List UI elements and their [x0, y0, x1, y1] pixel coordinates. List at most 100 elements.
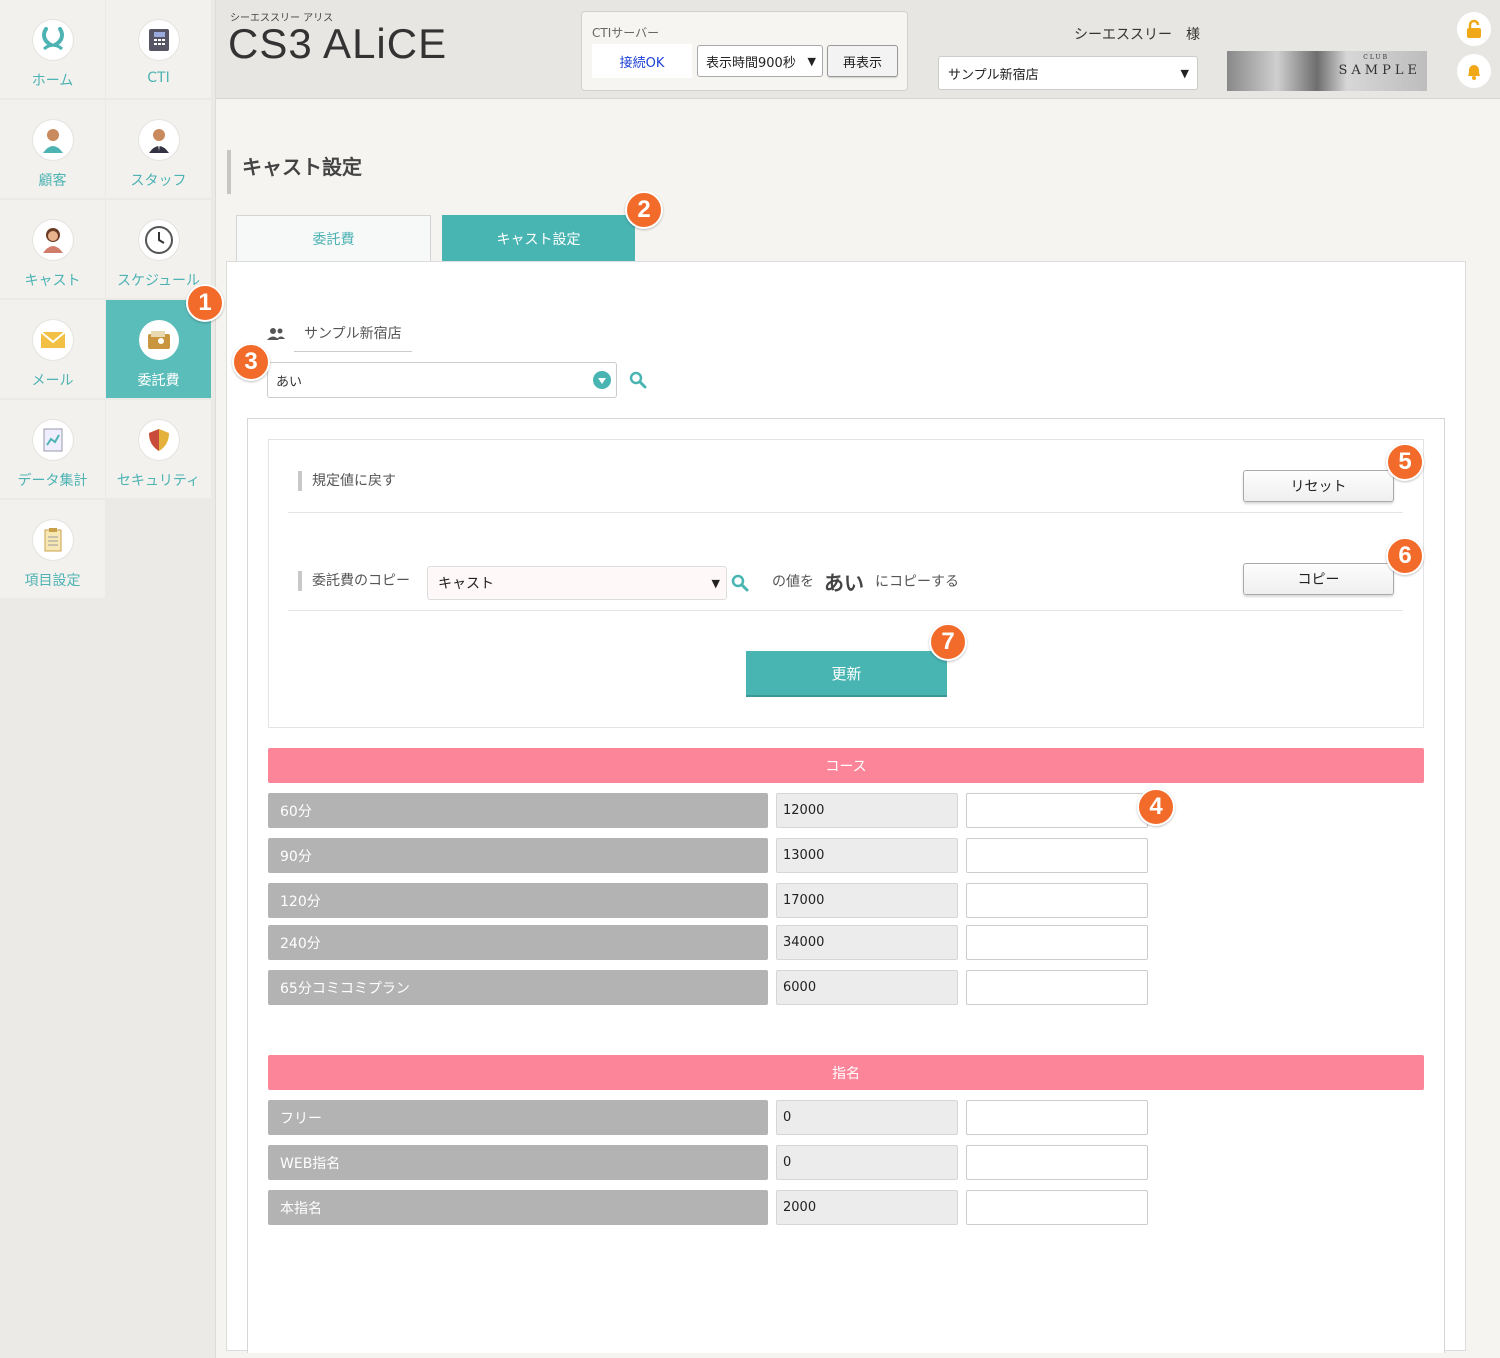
- sidebar-item-label: スタッフ: [130, 173, 187, 189]
- page-title: キャスト設定: [227, 150, 362, 194]
- copy-text-prefix: の値を: [772, 574, 814, 590]
- cast-icon: [32, 220, 73, 260]
- users-icon: [266, 326, 286, 346]
- fee-input[interactable]: [966, 1190, 1148, 1225]
- cast-select-value: あい: [276, 374, 303, 390]
- cast-select[interactable]: あい: [267, 362, 617, 398]
- brand-logo[interactable]: CS3 ALiCE: [228, 20, 447, 68]
- tab-cast-settings[interactable]: キャスト設定: [442, 215, 635, 262]
- sidebar-item-label: CTI: [147, 70, 170, 86]
- fee-input[interactable]: [966, 970, 1148, 1005]
- bell-icon[interactable]: [1457, 54, 1491, 88]
- copy-text-suffix: にコピーする: [875, 574, 959, 590]
- sidebar-item-label: キャスト: [24, 273, 81, 289]
- chevron-down-icon: ▼: [711, 577, 720, 590]
- fee-input[interactable]: [966, 1100, 1148, 1135]
- refresh-button[interactable]: 再表示: [827, 45, 898, 77]
- club-logo-subtext: CLUB: [1363, 54, 1389, 61]
- fee-default: 34000: [776, 925, 958, 960]
- sidebar-item-label: 項目設定: [24, 573, 81, 589]
- fee-name: 60分: [268, 793, 768, 828]
- sidebar-item-schedule[interactable]: スケジュール: [106, 200, 211, 298]
- fee-name: フリー: [268, 1100, 768, 1135]
- search-icon[interactable]: [730, 573, 750, 593]
- fee-default: 6000: [776, 970, 958, 1005]
- table-row: WEB指名 0: [268, 1145, 1148, 1180]
- table-row: 65分コミコミプラン 6000: [268, 970, 1148, 1005]
- sidebar-item-label: ホーム: [31, 73, 74, 89]
- copy-target-name: あい: [824, 570, 864, 595]
- chevron-down-icon: ▼: [807, 55, 816, 68]
- fee-default: 0: [776, 1145, 958, 1180]
- table-row: 90分 13000: [268, 838, 1148, 873]
- annotation-badge-6: 6: [1386, 537, 1424, 575]
- section-header-course: コース: [268, 748, 1424, 783]
- section-header-nomination: 指名: [268, 1055, 1424, 1090]
- divider: [288, 610, 1403, 611]
- sidebar-item-label: セキュリティ: [116, 473, 201, 489]
- copy-source-value: キャスト: [438, 576, 494, 592]
- store-name: サンプル新宿店: [294, 319, 412, 352]
- clipboard-icon: [32, 520, 73, 560]
- sidebar-item-label: 顧客: [38, 173, 67, 189]
- sidebar-item-staff[interactable]: スタッフ: [106, 100, 211, 198]
- annotation-badge-2: 2: [625, 191, 663, 229]
- customer-icon: [32, 120, 73, 160]
- sidebar-item-item-settings[interactable]: 項目設定: [0, 500, 105, 598]
- staff-icon: [138, 120, 179, 160]
- search-icon[interactable]: [628, 370, 648, 390]
- sidebar-item-customer[interactable]: 顧客: [0, 100, 105, 198]
- annotation-badge-4: 4: [1137, 788, 1175, 826]
- sidebar-item-label: スケジュール: [116, 273, 201, 289]
- sidebar-item-security[interactable]: セキュリティ: [106, 400, 211, 498]
- table-row: フリー 0: [268, 1100, 1148, 1135]
- sidebar-item-cti[interactable]: CTI: [106, 0, 211, 98]
- report-icon: [32, 420, 73, 460]
- fee-input[interactable]: [966, 883, 1148, 918]
- table-row: 本指名 2000: [268, 1190, 1148, 1225]
- rabbit-logo-icon: [32, 20, 73, 60]
- cti-panel: CTIサーバー 接続OK 表示時間900秒 ▼ 再表示: [581, 11, 908, 91]
- reset-button[interactable]: リセット: [1243, 470, 1394, 502]
- fee-name: 本指名: [268, 1190, 768, 1225]
- annotation-badge-3: 3: [232, 343, 270, 381]
- sidebar-item-label: データ集計: [17, 473, 88, 489]
- sidebar-item-mail[interactable]: メール: [0, 300, 105, 398]
- annotation-badge-5: 5: [1386, 443, 1424, 481]
- fee-input[interactable]: [966, 1145, 1148, 1180]
- fee-name: 120分: [268, 883, 768, 918]
- fee-name: WEB指名: [268, 1145, 768, 1180]
- fee-default: 0: [776, 1100, 958, 1135]
- fee-input[interactable]: [966, 925, 1148, 960]
- sidebar-item-home[interactable]: ホーム: [0, 0, 105, 98]
- sidebar: ホーム CTI 顧客 スタッフ キャスト スケジュール メール 委託費 データ集…: [0, 0, 216, 1358]
- sidebar-item-cast[interactable]: キャスト: [0, 200, 105, 298]
- unlock-icon[interactable]: [1457, 12, 1491, 46]
- fee-name: 90分: [268, 838, 768, 873]
- copy-button[interactable]: コピー: [1243, 563, 1394, 595]
- fee-default: 2000: [776, 1190, 958, 1225]
- annotation-badge-1: 1: [186, 284, 224, 322]
- club-logo: CLUB SAMPLE: [1227, 51, 1427, 91]
- display-time-value: 表示時間900秒: [706, 55, 796, 71]
- fee-default: 17000: [776, 883, 958, 918]
- chevron-down-icon: ▼: [1180, 67, 1189, 80]
- sidebar-item-label: メール: [31, 373, 74, 389]
- tab-commission[interactable]: 委託費: [236, 215, 431, 262]
- display-time-select[interactable]: 表示時間900秒 ▼: [697, 45, 823, 77]
- wallet-icon: [138, 320, 179, 360]
- dropdown-icon[interactable]: [593, 371, 611, 389]
- table-row: 60分 12000: [268, 793, 1148, 828]
- copy-source-select[interactable]: キャスト ▼: [427, 566, 727, 600]
- copy-label: 委託費のコピー: [298, 571, 410, 591]
- reset-label: 規定値に戻す: [298, 471, 396, 491]
- fee-input[interactable]: [966, 838, 1148, 873]
- fee-input[interactable]: [966, 793, 1148, 828]
- fee-name: 240分: [268, 925, 768, 960]
- shield-icon: [138, 420, 179, 460]
- sidebar-item-data[interactable]: データ集計: [0, 400, 105, 498]
- store-select[interactable]: サンプル新宿店 ▼: [938, 56, 1198, 90]
- store-select-value: サンプル新宿店: [948, 67, 1039, 83]
- update-button[interactable]: 更新: [746, 651, 947, 697]
- annotation-badge-7: 7: [929, 623, 967, 661]
